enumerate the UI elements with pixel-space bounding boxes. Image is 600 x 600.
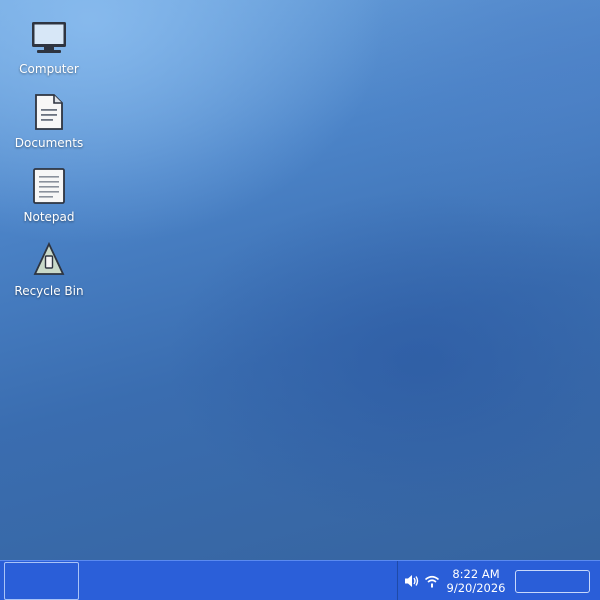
desktop-icon-label: Notepad [23, 210, 75, 224]
desktop-icon-recycle-bin[interactable]: Recycle Bin [8, 240, 90, 310]
desktop-icon-notepad[interactable]: Notepad [8, 166, 90, 236]
taskbar: 8:22 AM 9/20/2026 [0, 560, 600, 600]
desktop-icon-documents[interactable]: Documents [8, 92, 90, 162]
clock-time: 8:22 AM [452, 567, 500, 581]
document-icon [29, 92, 69, 132]
desktop-icon-label: Recycle Bin [14, 284, 84, 298]
computer-icon [29, 18, 69, 58]
taskbar-window-area [80, 562, 396, 600]
notepad-icon [29, 166, 69, 206]
desktop: Computer Documents Notepad Recycle Bin [0, 0, 600, 560]
volume-icon[interactable] [404, 573, 420, 589]
start-button[interactable] [4, 562, 79, 600]
taskbar-clock[interactable]: 8:22 AM 9/20/2026 [440, 567, 512, 595]
recycle-bin-icon [29, 240, 69, 280]
wifi-icon[interactable] [424, 573, 440, 589]
show-desktop-button[interactable] [515, 570, 590, 593]
clock-date: 9/20/2026 [446, 581, 506, 595]
desktop-icon-label: Computer [19, 62, 79, 76]
desktop-icon-label: Documents [14, 136, 84, 150]
desktop-icon-computer[interactable]: Computer [8, 18, 90, 88]
